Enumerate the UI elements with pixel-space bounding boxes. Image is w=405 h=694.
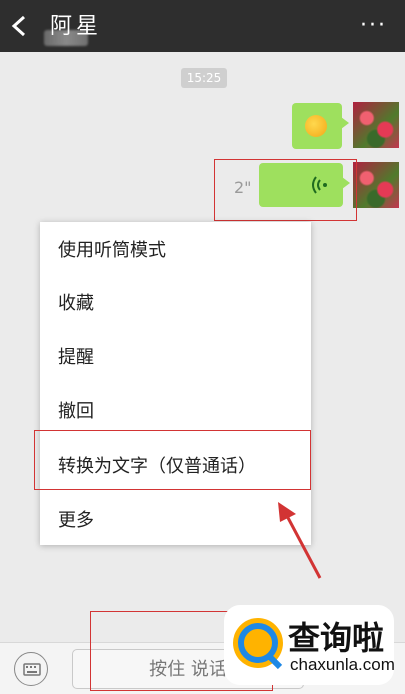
more-icon[interactable]: ··· — [360, 15, 387, 37]
watermark-domain: chaxunla.com — [290, 655, 395, 674]
chat-title: 阿星 — [50, 14, 103, 39]
menu-item-favorite[interactable]: 收藏 — [58, 289, 94, 315]
annotation-arrow-icon — [278, 502, 322, 579]
avatar[interactable] — [353, 162, 399, 208]
back-icon[interactable] — [10, 15, 28, 37]
top-bar: 阿星 ··· — [0, 0, 405, 52]
annotation-box-voice — [214, 159, 357, 221]
menu-item-more[interactable]: 更多 — [58, 506, 94, 532]
avatar[interactable] — [353, 102, 399, 148]
emoji-message-bubble[interactable] — [292, 103, 349, 149]
laughing-emoji-icon — [305, 115, 327, 137]
annotation-box-convert — [34, 430, 311, 490]
watermark-brand: 查询啦 — [288, 619, 385, 657]
chat-area: 15:25 2" 使用听筒模式 收藏 提醒 撤回 转换为文字（仅普通话） 更多 — [0, 52, 405, 642]
keyboard-icon[interactable] — [14, 652, 48, 686]
watermark-logo: 查询啦 chaxunla.com — [224, 605, 395, 685]
menu-item-remind[interactable]: 提醒 — [58, 343, 94, 369]
menu-item-earpiece-mode[interactable]: 使用听筒模式 — [58, 236, 166, 262]
menu-item-recall[interactable]: 撤回 — [58, 397, 94, 423]
context-menu: 使用听筒模式 收藏 提醒 撤回 转换为文字（仅普通话） 更多 — [40, 222, 311, 545]
timestamp: 15:25 — [181, 68, 227, 88]
